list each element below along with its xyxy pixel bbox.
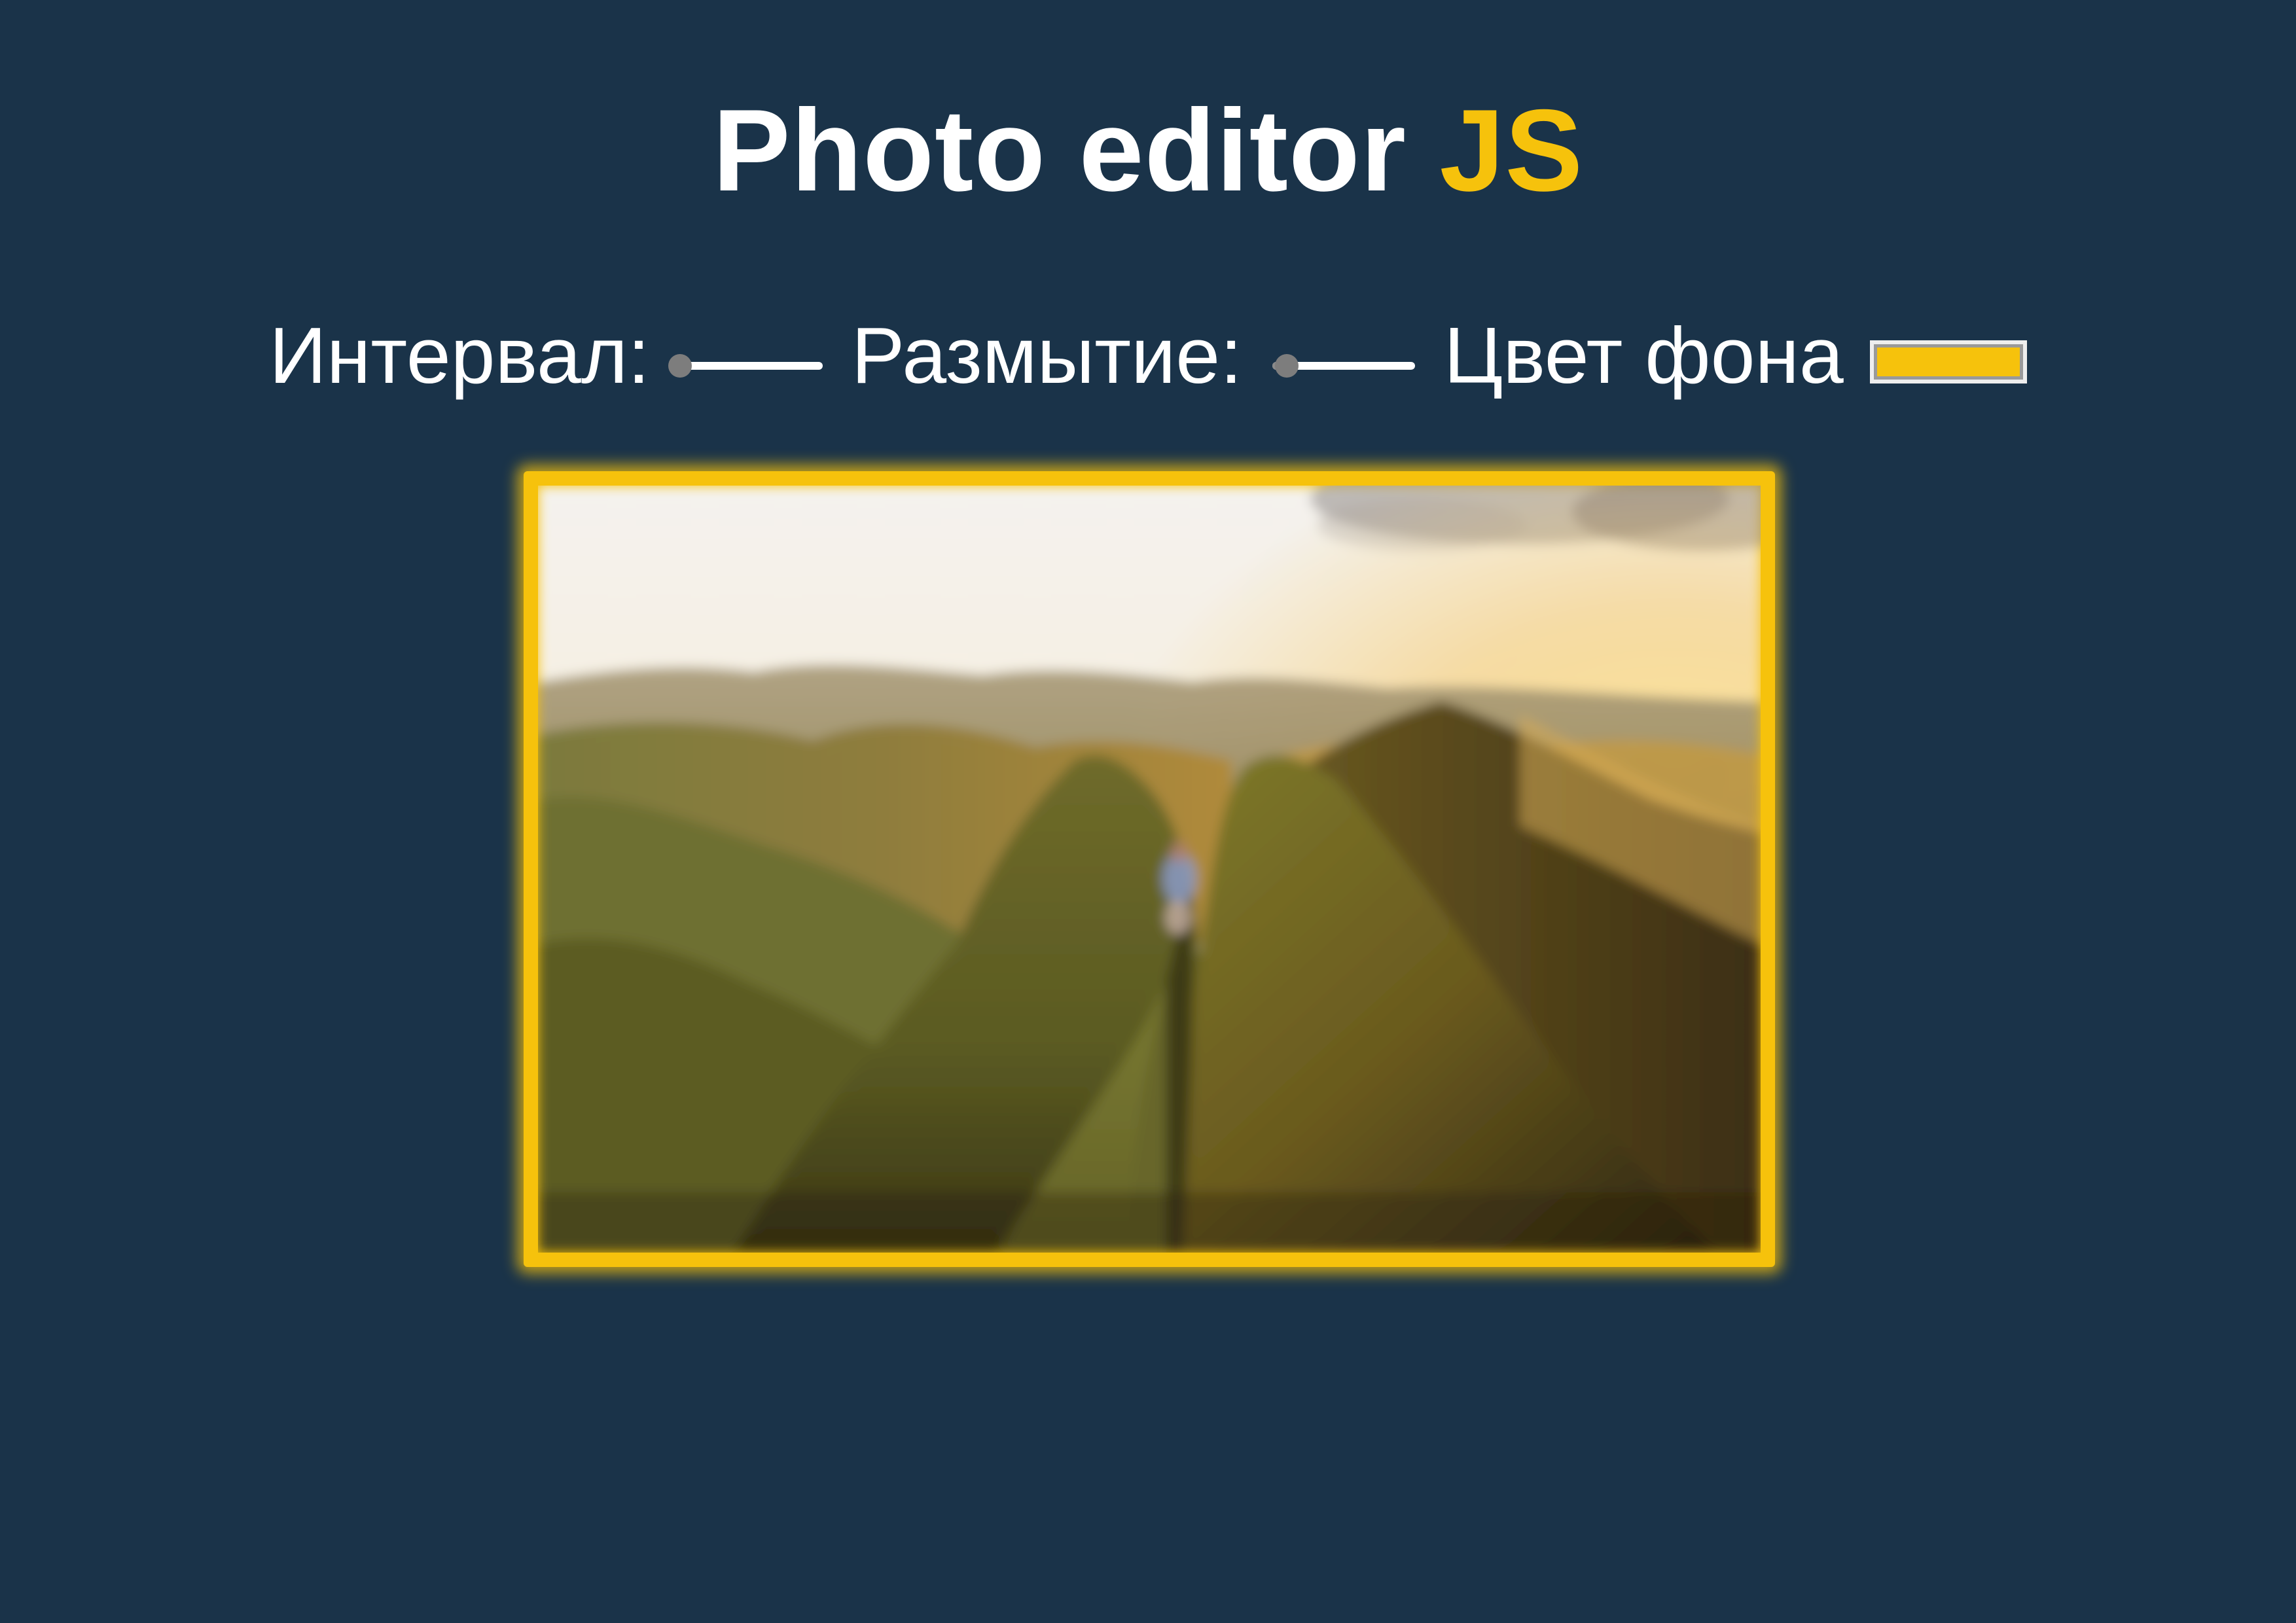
spacing-slider-thumb[interactable] — [668, 354, 692, 378]
edited-photo — [538, 486, 1761, 1253]
page-title: Photo editor JS — [0, 82, 2296, 219]
image-frame — [524, 471, 1775, 1267]
spacing-label: Интервал: — [269, 311, 650, 400]
background-color-picker[interactable] — [1869, 340, 2027, 383]
mountain-photo-image — [538, 486, 1761, 1253]
background-color-label: Цвет фона — [1444, 311, 1844, 400]
controls-bar: Интервал: Размытие: Цвет фона — [0, 306, 2296, 404]
blur-slider[interactable] — [1268, 345, 1418, 384]
blur-label: Размытие: — [851, 311, 1242, 400]
spacing-slider[interactable] — [668, 345, 825, 384]
blur-slider-thumb[interactable] — [1274, 354, 1299, 378]
title-accent: JS — [1439, 85, 1584, 215]
spacing-slider-track — [679, 362, 823, 370]
title-main: Photo editor — [712, 85, 1440, 215]
